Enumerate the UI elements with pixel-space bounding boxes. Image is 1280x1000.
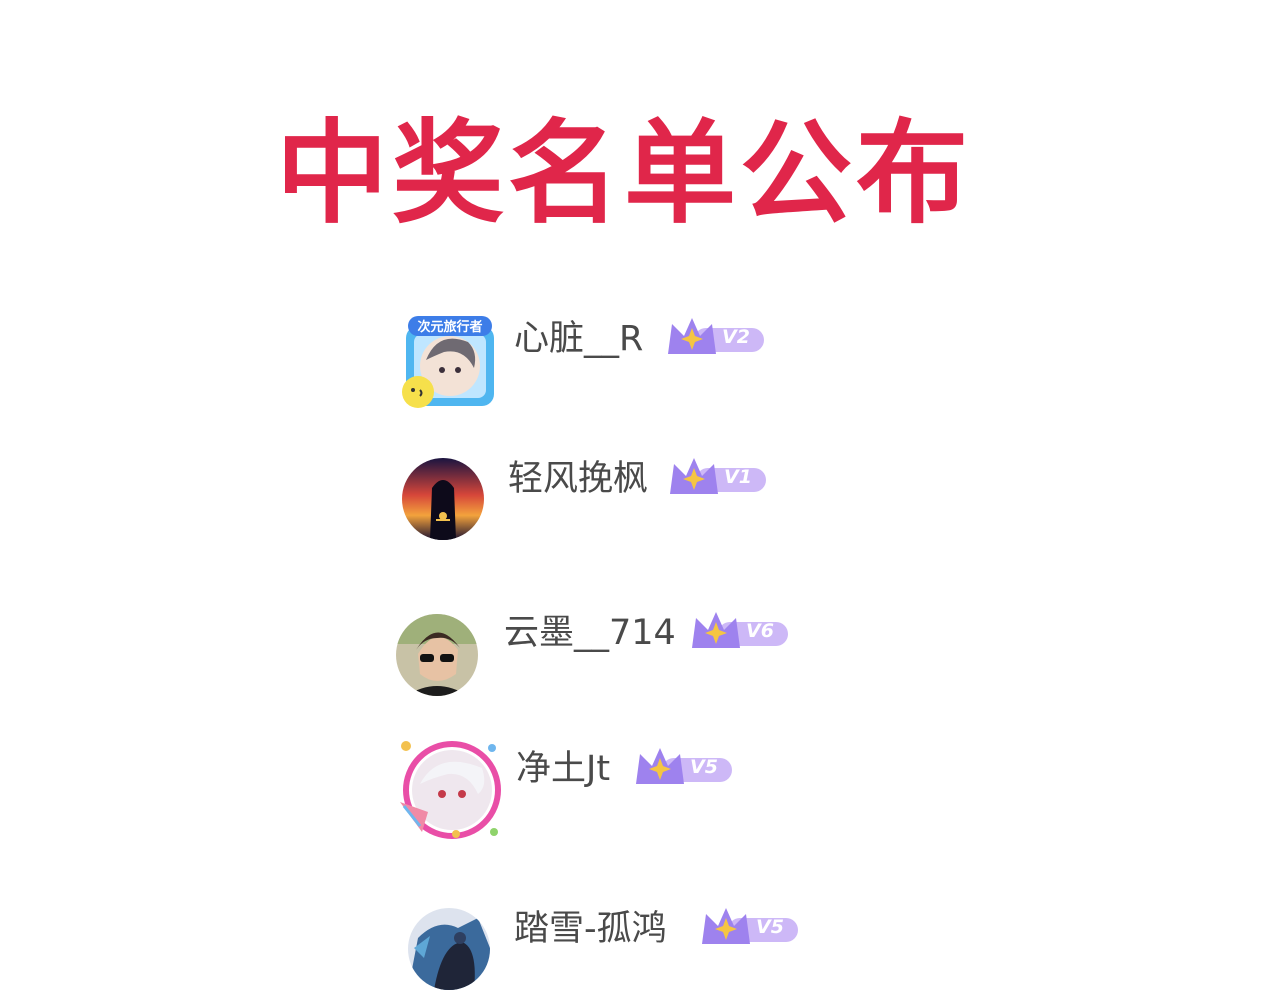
winner-name: 净土Jt: [516, 749, 611, 789]
vip-level-badge: V1: [668, 454, 768, 500]
crown-badge-icon: [636, 748, 732, 784]
crown-badge-icon: [702, 908, 798, 944]
winner-name: 心脏__R: [514, 319, 644, 359]
vip-level-badge: V5: [700, 904, 800, 950]
winner-list-page: 中奖名单公布 次元旅行者 心脏__R V2 轻风挽枫 V1 云墨__714 V6…: [0, 0, 1280, 1000]
avatar-frame-icon: [398, 738, 502, 842]
crown-badge-icon: [670, 458, 766, 494]
crown-badge-icon: [668, 318, 764, 354]
vip-level-badge: V6: [690, 608, 790, 654]
person-sunglasses-avatar-icon: [396, 614, 478, 696]
avatar-frame-icon: 次元旅行者: [398, 308, 502, 412]
blue-eagle-warrior-avatar-icon: [408, 908, 490, 990]
crown-badge-icon: [692, 612, 788, 648]
winner-row[interactable]: 次元旅行者 心脏__R V2: [398, 308, 798, 408]
vip-level-badge: V5: [634, 744, 734, 790]
sunset-silhouette-avatar-icon: [402, 458, 484, 540]
winner-name: 踏雪-孤鸿: [514, 909, 667, 949]
winner-row[interactable]: 轻风挽枫 V1: [398, 452, 798, 552]
svg-text:次元旅行者: 次元旅行者: [417, 319, 482, 335]
vip-level-badge: V2: [666, 314, 766, 360]
page-title: 中奖名单公布: [276, 109, 972, 239]
winner-row[interactable]: 云墨__714 V6: [396, 606, 816, 706]
winner-row[interactable]: 踏雪-孤鸿 V5: [406, 900, 826, 1000]
winner-name: 轻风挽枫: [508, 459, 649, 499]
winner-name: 云墨__714: [504, 613, 676, 653]
winner-row[interactable]: 净土Jt V5: [398, 738, 798, 839]
